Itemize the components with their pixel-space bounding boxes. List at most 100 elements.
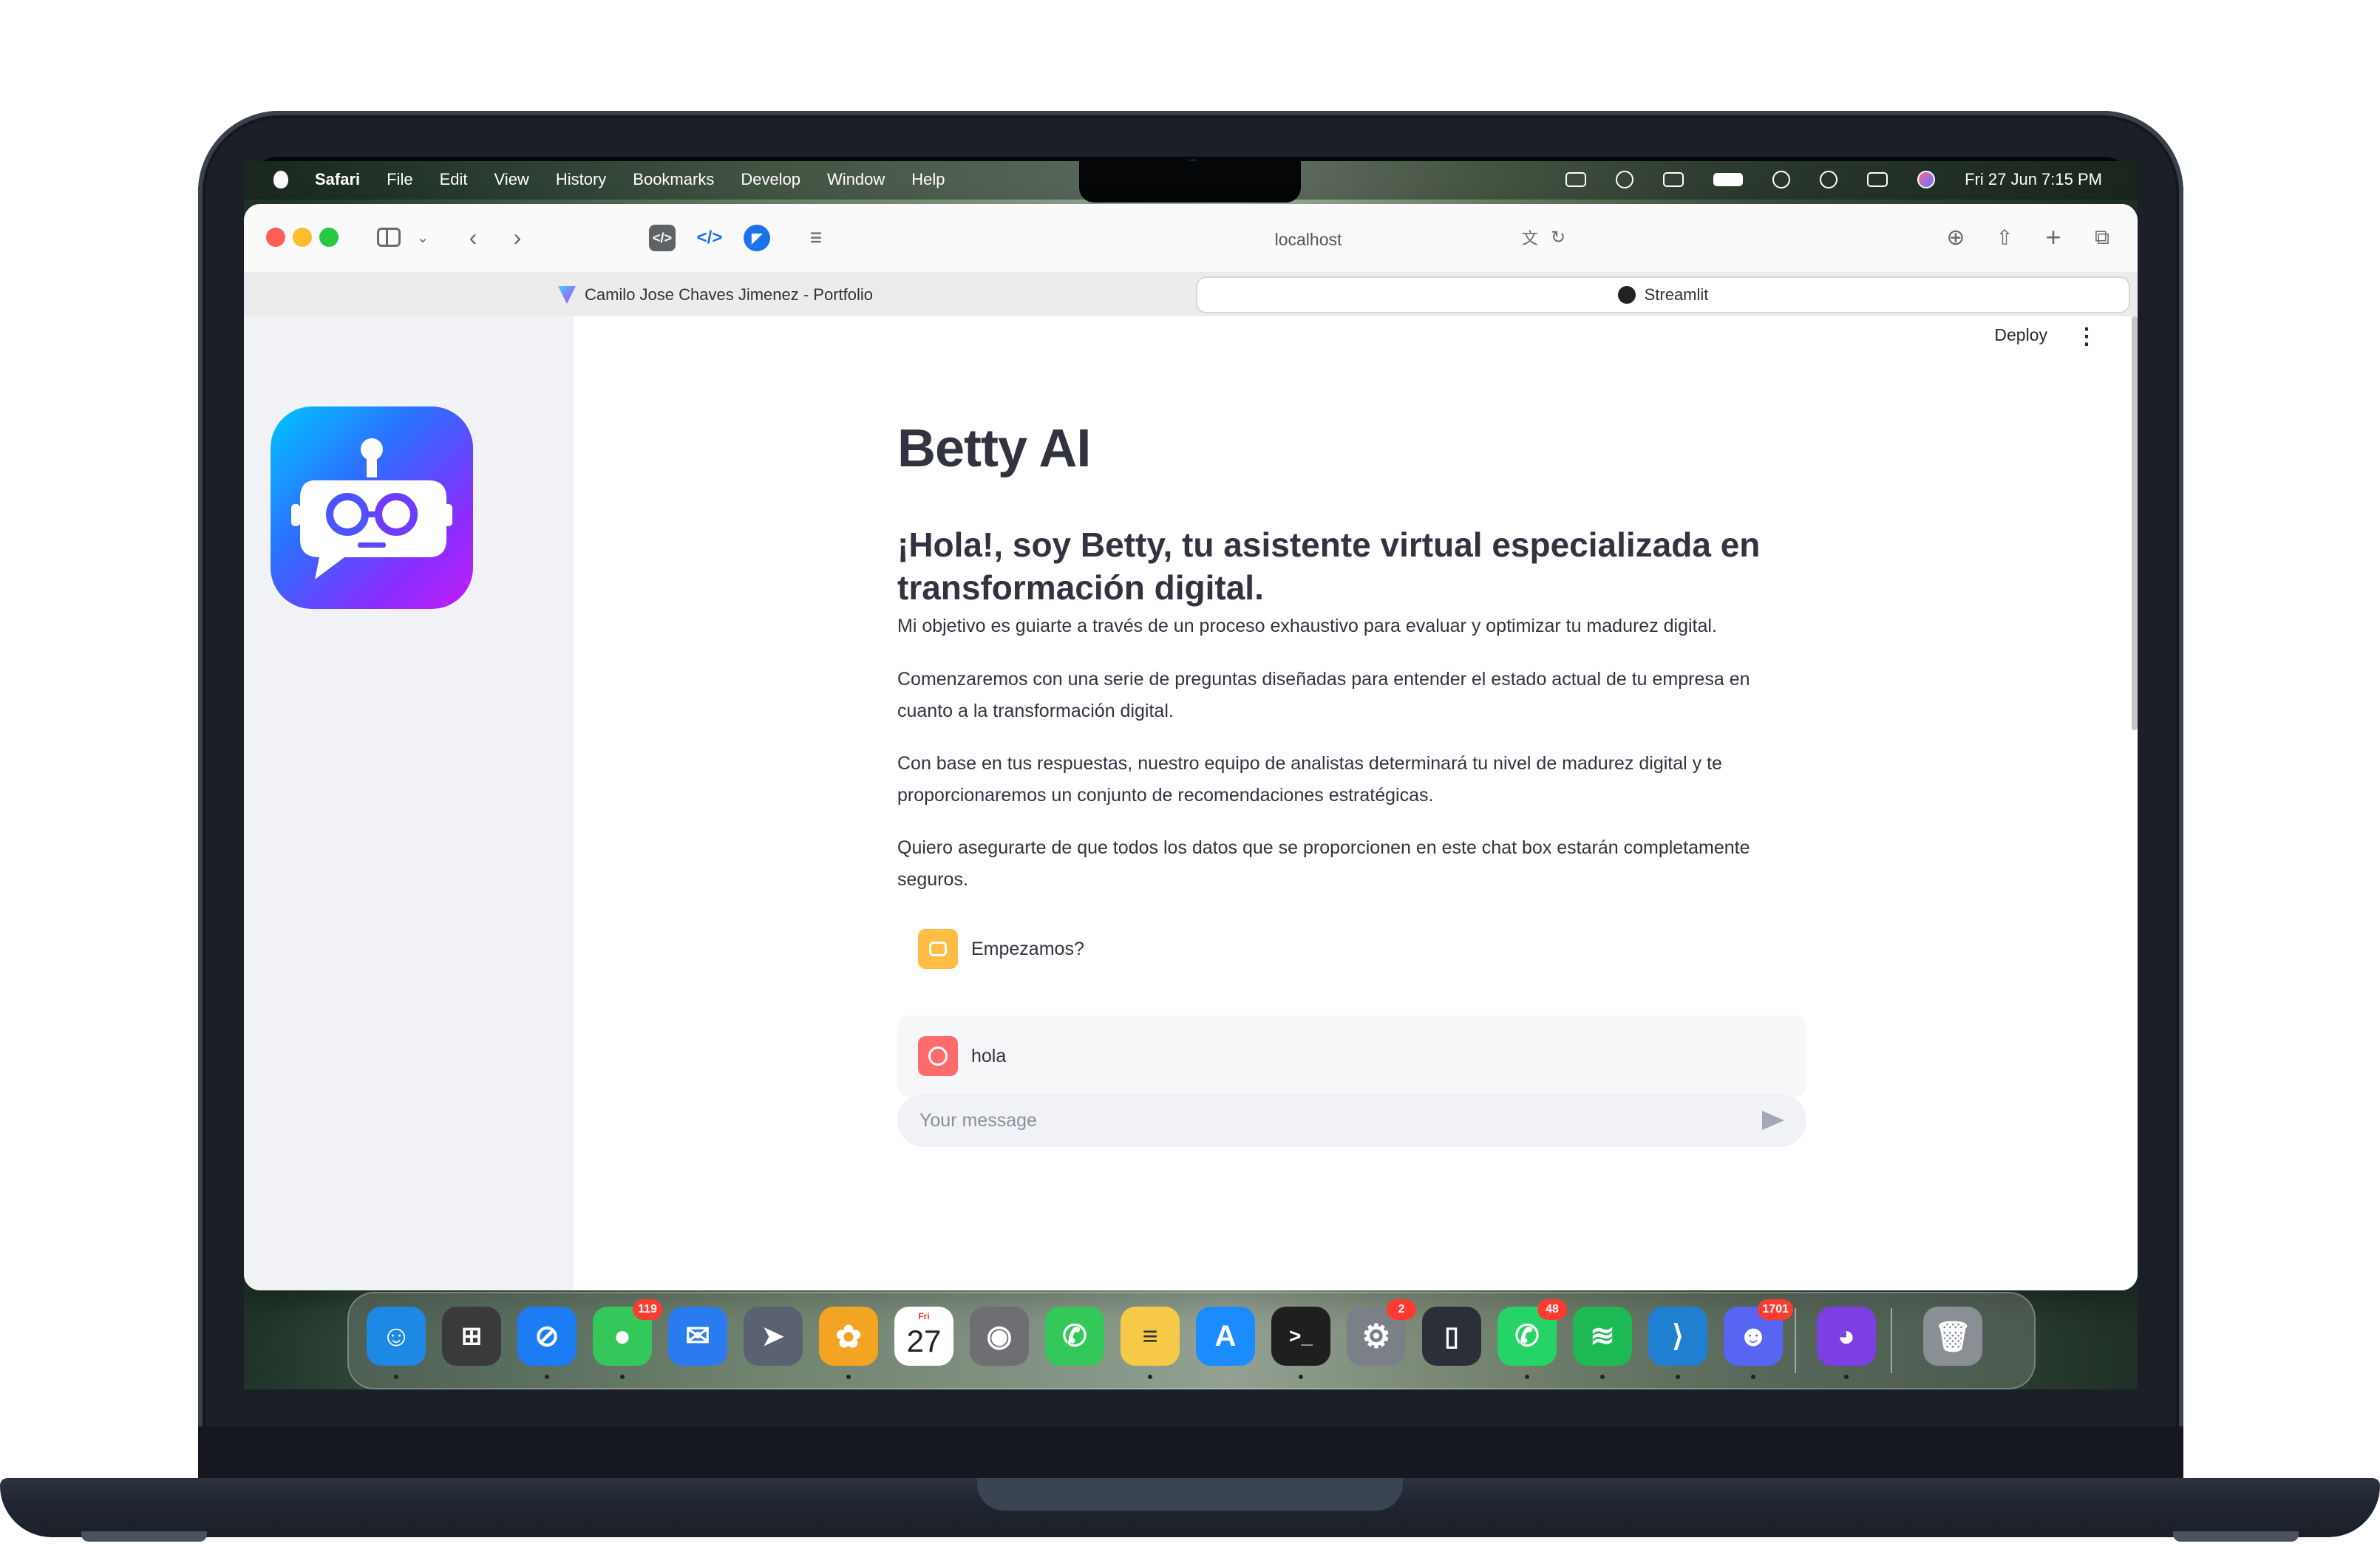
dock-system-settings[interactable]: ⚙ 2 bbox=[1347, 1299, 1416, 1366]
dock-calendar[interactable]: Fri 27 bbox=[894, 1307, 953, 1366]
notes-icon: ≡ bbox=[1142, 1321, 1158, 1351]
reload-icon[interactable]: ↻ bbox=[1543, 223, 1573, 251]
sidebar bbox=[244, 316, 574, 1290]
dock-mail[interactable]: ✉ bbox=[668, 1307, 727, 1366]
browser-toolbar: ⌄ ‹ › </> </> ◤ ☰ localhost 文 ↻ ⊕ ⇧ + ⧉ bbox=[244, 204, 2138, 272]
address-bar[interactable]: localhost bbox=[1116, 226, 1500, 253]
dock-app-store[interactable]: A bbox=[1196, 1307, 1255, 1366]
intro-paragraph-2: Comenzaremos con una serie de preguntas … bbox=[897, 669, 1750, 721]
intro-paragraph-1: Mi objetivo es guiarte a través de un pr… bbox=[897, 616, 1717, 636]
reader-icon[interactable]: ☰ bbox=[803, 225, 829, 251]
extension-flutter-icon[interactable]: ◤ bbox=[744, 225, 770, 251]
dock-spotify[interactable]: ≋ bbox=[1573, 1307, 1632, 1379]
extension-code-icon[interactable]: </> bbox=[696, 225, 723, 251]
share-icon[interactable]: ⇧ bbox=[1990, 223, 2019, 251]
menu-view[interactable]: View bbox=[494, 170, 529, 189]
dock-safari[interactable]: ⊘ bbox=[517, 1307, 577, 1379]
control-center-icon[interactable] bbox=[1867, 172, 1888, 187]
trash-icon: 🗑 bbox=[1934, 1320, 1972, 1353]
close-window-button[interactable] bbox=[266, 228, 285, 247]
dock-finder[interactable]: ☺ bbox=[367, 1307, 426, 1379]
forward-button[interactable]: › bbox=[503, 223, 532, 251]
dock-photos[interactable]: ✿ bbox=[819, 1307, 878, 1379]
phone-icon: ✆ bbox=[1062, 1320, 1087, 1352]
laptop-foot-right bbox=[2173, 1531, 2299, 1542]
back-button[interactable]: ‹ bbox=[458, 223, 488, 251]
settings-icon: ⚙ bbox=[1361, 1318, 1391, 1355]
chat-message-assistant: Empezamos? bbox=[897, 927, 1806, 971]
dock-terminal[interactable]: >_ bbox=[1271, 1307, 1330, 1379]
tab-overview-icon[interactable]: ⧉ bbox=[2087, 223, 2117, 251]
scrollbar[interactable] bbox=[2132, 316, 2138, 730]
running-indicator bbox=[1676, 1375, 1680, 1379]
terminal-icon: >_ bbox=[1289, 1324, 1313, 1347]
user-avatar-icon bbox=[918, 1036, 958, 1076]
apple-icon[interactable] bbox=[273, 171, 288, 188]
menu-bar-left: Safari File Edit View History Bookmarks … bbox=[273, 170, 945, 189]
spotify-icon: ≋ bbox=[1590, 1320, 1615, 1352]
laptop-foot-left bbox=[81, 1531, 207, 1542]
dock-simulator[interactable]: ▯ bbox=[1422, 1307, 1481, 1366]
translate-icon[interactable]: 文 bbox=[1515, 223, 1545, 251]
menu-window[interactable]: Window bbox=[827, 170, 885, 189]
laptop-hinge-notch bbox=[977, 1478, 1403, 1511]
display-icon[interactable] bbox=[1663, 172, 1684, 187]
dock-notes[interactable]: ≡ bbox=[1121, 1307, 1180, 1379]
laptop-chin bbox=[198, 1426, 2183, 1478]
messages-badge: 119 bbox=[633, 1299, 662, 1320]
wifi-icon[interactable] bbox=[1772, 171, 1791, 188]
menu-help[interactable]: Help bbox=[911, 170, 945, 189]
battery-icon[interactable] bbox=[1713, 173, 1744, 186]
tab-portfolio[interactable]: Camilo Jose Chaves Jimenez - Portfolio bbox=[253, 278, 1178, 312]
dock-phone[interactable]: ✆ bbox=[1045, 1307, 1104, 1366]
tab-streamlit[interactable]: Streamlit bbox=[1197, 278, 2129, 312]
menu-app-name[interactable]: Safari bbox=[315, 170, 360, 189]
running-indicator bbox=[1148, 1375, 1152, 1379]
chat-input[interactable] bbox=[897, 1109, 1762, 1132]
minimize-window-button[interactable] bbox=[293, 228, 312, 247]
intro-paragraph-3: Con base en tus respuestas, nuestro equi… bbox=[897, 753, 1722, 806]
dock-launchpad[interactable]: ⊞ bbox=[442, 1307, 501, 1366]
tab-group-chevron-icon[interactable]: ⌄ bbox=[408, 223, 438, 251]
main-menu-icon[interactable]: ⋮ bbox=[2075, 324, 2098, 350]
weather-icon[interactable] bbox=[1565, 172, 1587, 187]
launchpad-icon: ⊞ bbox=[460, 1322, 483, 1350]
dock-maps[interactable]: ➤ bbox=[744, 1307, 803, 1366]
search-icon[interactable] bbox=[1820, 171, 1838, 188]
menu-history[interactable]: History bbox=[556, 170, 606, 189]
menu-bookmarks[interactable]: Bookmarks bbox=[633, 170, 714, 189]
dock-discord[interactable]: ☻ 1701 bbox=[1724, 1299, 1793, 1379]
play-icon[interactable] bbox=[1616, 171, 1634, 188]
dock-github[interactable]: ◕ bbox=[1817, 1307, 1876, 1379]
menu-bar-right: Fri 27 Jun 7:15 PM bbox=[1565, 170, 2102, 189]
zoom-window-button[interactable] bbox=[319, 228, 339, 247]
sidebar-toggle-button[interactable] bbox=[374, 223, 404, 251]
send-icon[interactable] bbox=[1762, 1111, 1784, 1130]
running-indicator bbox=[1751, 1375, 1755, 1379]
chat-input-box bbox=[897, 1094, 1806, 1147]
vscode-icon: ⟩ bbox=[1672, 1320, 1684, 1352]
dock-separator bbox=[1891, 1308, 1892, 1373]
chat-message-text: Empezamos? bbox=[971, 938, 1084, 959]
menu-develop[interactable]: Develop bbox=[741, 170, 800, 189]
extension-source-icon[interactable]: </> bbox=[649, 225, 676, 251]
dock-trash[interactable]: 🗑 bbox=[1923, 1307, 1982, 1366]
deploy-button[interactable]: Deploy bbox=[1994, 325, 2047, 345]
menu-file[interactable]: File bbox=[387, 170, 412, 189]
dock: ☺ ⊞ ⊘ ● 119 ✉ ➤ ✿ Fri 27 ◉ ✆ ≡ A >_ ⚙ 2 … bbox=[347, 1292, 2036, 1389]
downloads-icon[interactable]: ⊕ bbox=[1941, 223, 1971, 251]
dock-messages[interactable]: ● 119 bbox=[593, 1299, 662, 1379]
menu-clock[interactable]: Fri 27 Jun 7:15 PM bbox=[1965, 170, 2102, 189]
menu-edit[interactable]: Edit bbox=[440, 170, 468, 189]
discord-badge: 1701 bbox=[1758, 1299, 1793, 1320]
running-indicator bbox=[846, 1375, 851, 1379]
dock-separator bbox=[1795, 1308, 1796, 1373]
photos-icon: ✿ bbox=[835, 1318, 862, 1354]
safari-window: ⌄ ‹ › </> </> ◤ ☰ localhost 文 ↻ ⊕ ⇧ + ⧉ … bbox=[244, 204, 2138, 1290]
vite-icon bbox=[557, 286, 576, 304]
new-tab-button[interactable]: + bbox=[2039, 222, 2068, 252]
dock-contacts[interactable]: ◉ bbox=[970, 1307, 1029, 1366]
dock-whatsapp[interactable]: ✆ 48 bbox=[1497, 1299, 1567, 1379]
dock-vscode[interactable]: ⟩ bbox=[1648, 1307, 1707, 1379]
siri-icon[interactable] bbox=[1917, 171, 1936, 188]
